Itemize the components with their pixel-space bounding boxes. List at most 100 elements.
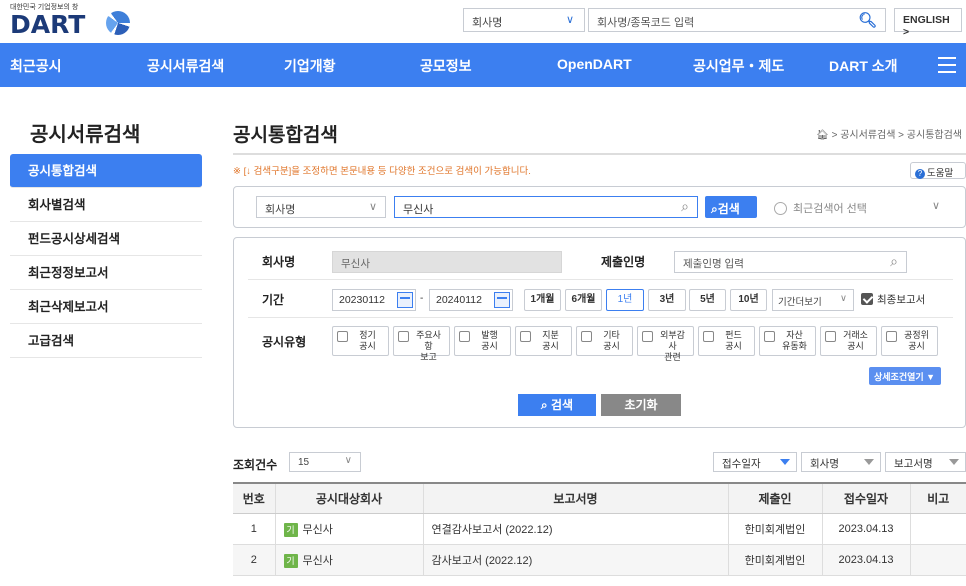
- chevron-down-icon: ∨: [931, 200, 940, 212]
- nav-item-recent[interactable]: 최근공시: [10, 56, 62, 76]
- search-icon[interactable]: 🔍︎: [858, 11, 877, 29]
- filter-search-button[interactable]: ⌕ 검색: [518, 394, 596, 416]
- search-input[interactable]: 무신사 ⌕: [394, 196, 698, 218]
- type-fund-checkbox[interactable]: 펀드 공시: [698, 326, 755, 356]
- filter-panel: 회사명 무신사 제출인명 제출인명 입력 ⌕ 기간 20230112 - 202…: [233, 237, 966, 428]
- date-from-input[interactable]: 20230112: [332, 289, 416, 311]
- result-count-select[interactable]: 15 ∨: [289, 452, 361, 472]
- header-search-input[interactable]: 회사명/종목코드 입력 🔍︎: [588, 8, 886, 32]
- dart-logo[interactable]: 대한민국 기업정보의 창 DART: [10, 2, 130, 40]
- sidebar-item-recent-deletions[interactable]: 최근삭제보고서: [10, 290, 202, 324]
- search-input-value: 무신사: [403, 204, 434, 216]
- date-to-value: 20240112: [436, 294, 482, 306]
- period-1year-button[interactable]: 1년: [606, 289, 644, 311]
- type-other-checkbox[interactable]: 기타 공시: [576, 326, 633, 356]
- sort-option-label: 회사명: [810, 458, 839, 470]
- home-icon[interactable]: 🏠︎: [816, 130, 829, 141]
- type-regular-checkbox[interactable]: 정기 공시: [332, 326, 389, 356]
- row-number: 2: [233, 544, 276, 576]
- date-to-input[interactable]: 20240112: [429, 289, 513, 311]
- calendar-icon[interactable]: [494, 292, 510, 308]
- column-header-submitter: 제출인: [728, 482, 823, 514]
- period-more-value: 기간더보기: [778, 297, 822, 308]
- search-icon: ⌕: [711, 202, 718, 216]
- sidebar-item-integrated-search[interactable]: 공시통합검색: [10, 154, 202, 188]
- chevron-down-icon: ∨: [344, 455, 352, 466]
- type-audit-checkbox[interactable]: 외부감사 관련: [637, 326, 694, 362]
- type-issue-checkbox[interactable]: 발행 공시: [454, 326, 511, 356]
- sort-desc-icon: [780, 459, 790, 465]
- nav-item-company[interactable]: 기업개황: [284, 56, 336, 76]
- search-type-select[interactable]: 회사명 ∨: [256, 196, 386, 218]
- nav-item-about[interactable]: DART 소개: [829, 56, 898, 76]
- breadcrumb-path[interactable]: 공시서류검색 > 공시통합검색: [840, 130, 962, 141]
- column-header-company: 공시대상회사: [275, 482, 424, 514]
- company-link[interactable]: 무신사: [303, 555, 333, 567]
- search-icon: ⌕: [540, 398, 551, 412]
- search-button[interactable]: ⌕검색: [705, 196, 757, 218]
- nav-item-opendart[interactable]: OpenDART: [557, 56, 632, 72]
- help-button[interactable]: ? 도움말: [910, 162, 966, 179]
- chevron-down-icon: ∨: [840, 293, 847, 304]
- filter-company-field: 무신사: [332, 251, 562, 273]
- period-3year-button[interactable]: 3년: [648, 289, 686, 311]
- period-10year-button[interactable]: 10년: [730, 289, 767, 311]
- search-type-value: 회사명: [265, 204, 296, 216]
- type-exchange-checkbox[interactable]: 거래소 공시: [820, 326, 877, 356]
- checkbox-checked-icon: [861, 293, 873, 305]
- row-company-cell: 기 무신사: [275, 544, 424, 576]
- sidebar-item-company-search[interactable]: 회사별검색: [10, 188, 202, 222]
- type-label: 발행: [481, 330, 498, 340]
- header-company-select[interactable]: 회사명 ∨: [463, 8, 585, 32]
- report-link[interactable]: 감사보고서 (2022.12): [423, 544, 729, 576]
- nav-item-system[interactable]: 공시업무・제도: [693, 56, 784, 76]
- sort-option-label: 접수일자: [722, 458, 761, 470]
- type-major-checkbox[interactable]: 주요사항 보고: [393, 326, 450, 362]
- detail-conditions-toggle[interactable]: 상세조건열기 ▼: [869, 367, 941, 385]
- english-button[interactable]: ENGLISH >: [894, 8, 962, 38]
- nav-item-offering[interactable]: 공모정보: [420, 56, 472, 76]
- sort-by-date-select[interactable]: 접수일자: [713, 452, 797, 472]
- sort-option-label: 보고서명: [894, 458, 933, 470]
- results-table: 번호 공시대상회사 보고서명 제출인 접수일자 비고 1 기 무신사 연결감사보고…: [233, 482, 966, 576]
- type-ftc-checkbox[interactable]: 공정위 공시: [881, 326, 938, 356]
- final-report-checkbox[interactable]: 최종보고서: [861, 292, 925, 307]
- recent-search-select[interactable]: 최근검색어 선택 ∨: [770, 196, 948, 218]
- type-label: 공정위: [904, 330, 929, 340]
- report-link[interactable]: 연결감사보고서 (2022.12): [423, 513, 729, 545]
- type-label: 외부감사: [660, 330, 685, 351]
- clock-icon: [774, 202, 787, 215]
- top-bar: 대한민국 기업정보의 창 DART 회사명 ∨ 회사명/종목코드 입력 🔍︎ E…: [0, 0, 966, 43]
- checkbox-icon: [459, 331, 470, 342]
- help-icon: ?: [915, 169, 925, 179]
- sort-by-report-select[interactable]: 보고서명: [885, 452, 966, 472]
- calendar-icon[interactable]: [397, 292, 413, 308]
- period-6month-button[interactable]: 6개월: [565, 289, 602, 311]
- company-link[interactable]: 무신사: [303, 524, 333, 536]
- filter-search-label: 검색: [550, 398, 574, 412]
- reset-button[interactable]: 초기화: [601, 394, 681, 416]
- checkbox-icon: [703, 331, 714, 342]
- chevron-down-icon: ∨: [368, 201, 377, 213]
- sidebar-item-recent-corrections[interactable]: 최근정정보고서: [10, 256, 202, 290]
- type-label: 보고: [420, 352, 437, 362]
- submitter-input[interactable]: 제출인명 입력 ⌕: [674, 251, 907, 273]
- search-icon[interactable]: ⌕: [890, 253, 898, 270]
- type-label: 기타: [603, 330, 620, 340]
- nav-item-doc-search[interactable]: 공시서류검색: [147, 56, 224, 76]
- type-equity-checkbox[interactable]: 지분 공시: [515, 326, 572, 356]
- filter-submitter-label: 제출인명: [601, 255, 646, 269]
- sidebar-item-advanced-search[interactable]: 고급검색: [10, 324, 202, 358]
- type-label: 공시: [481, 341, 498, 351]
- period-1month-button[interactable]: 1개월: [524, 289, 561, 311]
- sort-by-company-select[interactable]: 회사명: [801, 452, 881, 472]
- logo-text: DART: [10, 10, 86, 39]
- period-5year-button[interactable]: 5년: [689, 289, 726, 311]
- sidebar-item-fund-search[interactable]: 펀드공시상세검색: [10, 222, 202, 256]
- period-more-select[interactable]: 기간더보기 ∨: [772, 289, 854, 311]
- type-abs-checkbox[interactable]: 자산 유동화: [759, 326, 816, 356]
- filter-type-label: 공시유형: [262, 335, 307, 349]
- checkbox-icon: [337, 331, 348, 342]
- checkbox-icon: [642, 331, 653, 342]
- menu-icon[interactable]: [938, 57, 956, 78]
